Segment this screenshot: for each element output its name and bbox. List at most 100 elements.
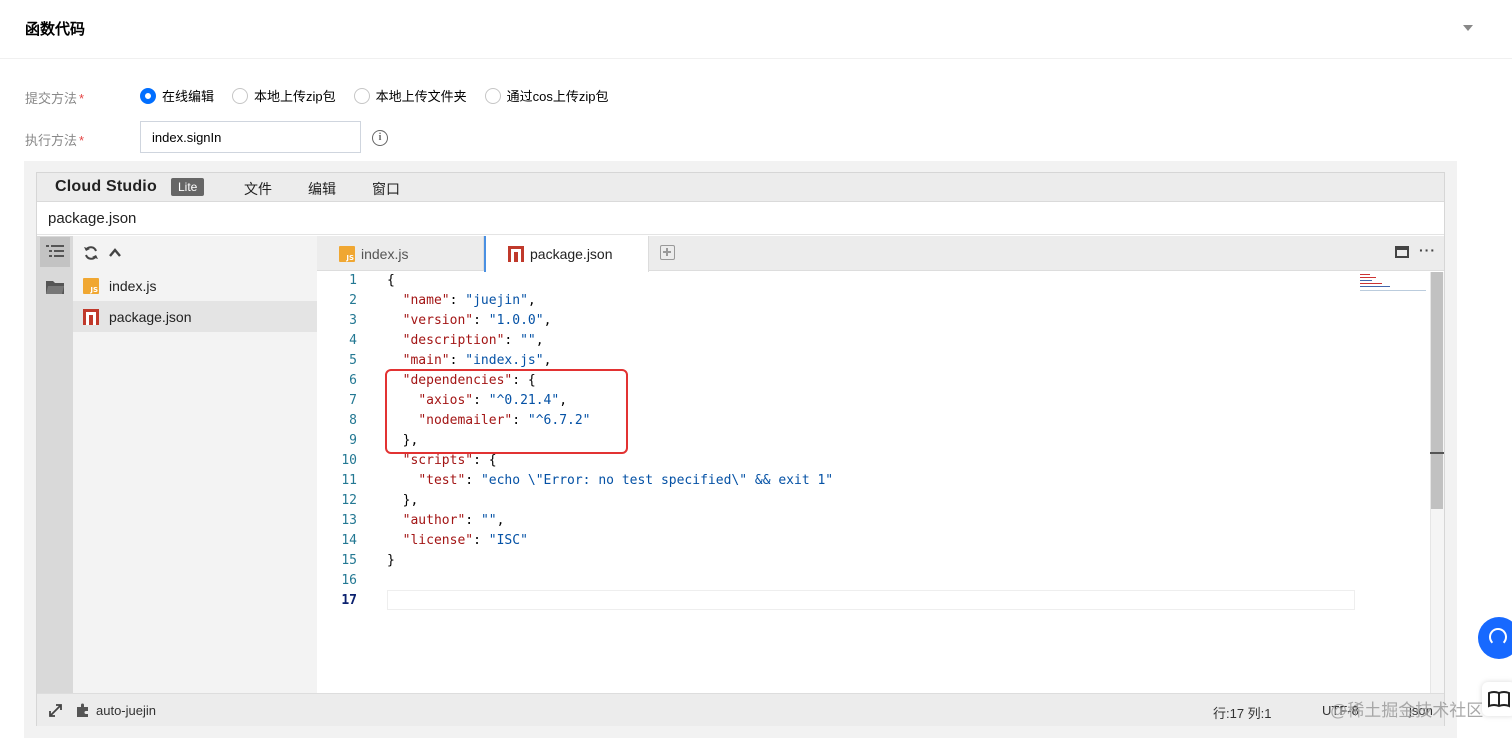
- current-line-highlight: [387, 590, 1355, 610]
- collapse-up-icon[interactable]: [107, 245, 123, 261]
- activity-bar: [37, 236, 73, 693]
- submit-method-radio-group: 在线编辑 本地上传zip包 本地上传文件夹 通过cos上传zip包: [140, 86, 627, 105]
- ide-status-bar: auto-juejin 行:17 列:1 UTF-8 json: [37, 693, 1444, 726]
- cloud-studio-ide: Cloud Studio Lite 文件 编辑 窗口 package.json …: [36, 172, 1445, 726]
- code-line: "scripts": {: [402, 453, 497, 468]
- outline-toggle-button[interactable]: [40, 237, 70, 267]
- code-line: "main": "index.js",: [402, 353, 552, 368]
- more-actions-icon[interactable]: ···: [1419, 243, 1436, 257]
- npm-file-icon: [83, 308, 99, 325]
- expand-icon[interactable]: [49, 704, 62, 717]
- line-number: 17: [341, 593, 357, 608]
- maximize-window-icon[interactable]: [1395, 246, 1409, 258]
- required-mark: *: [79, 91, 85, 106]
- line-number: 12: [341, 493, 357, 508]
- line-number: 16: [341, 573, 357, 588]
- code-line: "test": "echo \"Error: no test specified…: [418, 473, 834, 488]
- watermark: @稀土掘金技术社区: [1330, 701, 1484, 720]
- book-icon[interactable]: [1482, 682, 1512, 716]
- explorer-file-package-json[interactable]: package.json: [73, 301, 317, 332]
- required-mark: *: [79, 133, 85, 148]
- lite-badge: Lite: [171, 178, 205, 196]
- radio-dot-checked-icon: [140, 87, 156, 104]
- radio-upload-folder[interactable]: 本地上传文件夹: [353, 86, 467, 105]
- radio-label: 在线编辑: [162, 89, 215, 104]
- radio-dot-icon: [232, 87, 249, 104]
- line-number: 15: [341, 553, 357, 568]
- file-name: index.js: [109, 277, 157, 294]
- code-line: }: [387, 553, 395, 568]
- radio-label: 本地上传文件夹: [375, 89, 467, 104]
- line-number: 7: [349, 393, 357, 408]
- line-number: 9: [349, 433, 357, 448]
- tab-label: package.json: [530, 246, 613, 262]
- radio-label: 通过cos上传zip包: [506, 89, 609, 104]
- radio-online-edit[interactable]: 在线编辑: [140, 86, 214, 105]
- js-file-icon: [83, 277, 99, 294]
- scroll-position-marker: [1430, 452, 1444, 454]
- radio-dot-icon: [484, 87, 501, 104]
- puzzle-project-icon: [77, 703, 88, 717]
- cursor-position[interactable]: 行:17 列:1: [1213, 703, 1272, 722]
- tab-label: index.js: [361, 245, 409, 262]
- radio-label: 本地上传zip包: [254, 89, 336, 104]
- folder-icon: [46, 281, 64, 294]
- line-number: 13: [341, 513, 357, 528]
- line-number: 3: [349, 313, 357, 328]
- line-number: 2: [349, 293, 357, 308]
- file-name: package.json: [109, 308, 192, 325]
- tab-package-json[interactable]: package.json: [484, 236, 649, 272]
- handler-label-text: 执行方法: [25, 133, 78, 148]
- line-number: 5: [349, 353, 357, 368]
- menu-edit[interactable]: 编辑: [308, 179, 336, 199]
- handler-label: 执行方法 *: [25, 130, 84, 149]
- collapse-caret-icon[interactable]: [1463, 25, 1473, 31]
- dependencies-highlight-box: [385, 369, 628, 454]
- line-number: 1: [349, 273, 357, 288]
- menu-file[interactable]: 文件: [244, 179, 272, 199]
- file-explorer: index.js package.json: [73, 236, 317, 693]
- new-tab-icon[interactable]: [660, 245, 675, 260]
- radio-upload-cos-zip[interactable]: 通过cos上传zip包: [484, 86, 609, 105]
- code-editor[interactable]: 1 {2 "name": "juejin", 3 "version": "1.0.0…: [317, 272, 1444, 693]
- editor-tab-bar: index.js package.json ···: [317, 236, 1444, 272]
- submit-method-label-text: 提交方法: [25, 91, 78, 106]
- ide-menubar: Cloud Studio Lite 文件 编辑 窗口: [37, 173, 1444, 202]
- line-number: 8: [349, 413, 357, 428]
- line-number: 6: [349, 373, 357, 388]
- radio-upload-zip[interactable]: 本地上传zip包: [232, 86, 336, 105]
- divider: [0, 58, 1512, 59]
- js-file-icon: [339, 245, 355, 262]
- explorer-file-index-js[interactable]: index.js: [73, 270, 317, 301]
- radio-dot-icon: [353, 87, 370, 104]
- line-number: 11: [341, 473, 357, 488]
- refresh-icon[interactable]: [83, 245, 99, 261]
- open-book-icon: [1488, 691, 1510, 708]
- explorer-toggle-button[interactable]: [40, 272, 70, 302]
- ide-brand: Cloud Studio: [55, 178, 157, 195]
- file-path: package.json: [48, 210, 137, 227]
- line-number: 4: [349, 333, 357, 348]
- explorer-toolbar: [73, 236, 317, 270]
- customer-support-icon[interactable]: [1478, 617, 1512, 659]
- tab-index-js[interactable]: index.js: [317, 236, 484, 271]
- project-name[interactable]: auto-juejin: [96, 703, 156, 718]
- handler-input[interactable]: [140, 121, 361, 153]
- code-line: "version": "1.0.0",: [402, 313, 552, 328]
- info-icon[interactable]: i: [372, 130, 388, 146]
- code-line: },: [387, 493, 419, 508]
- code-line: "name": "juejin",: [402, 293, 536, 308]
- menu-window[interactable]: 窗口: [372, 179, 400, 199]
- list-tree-icon: [46, 245, 64, 257]
- file-path-bar: package.json: [37, 202, 1444, 235]
- line-number: 14: [341, 533, 357, 548]
- editor-scroll-thumb[interactable]: [1431, 272, 1443, 509]
- code-line: "description": "",: [402, 333, 544, 348]
- minimap[interactable]: [1360, 272, 1430, 296]
- npm-file-icon: [508, 246, 524, 262]
- line-number: 10: [341, 453, 357, 468]
- section-title: 函数代码: [25, 21, 86, 38]
- code-line: {: [387, 273, 395, 288]
- code-line: "author": "",: [402, 513, 505, 528]
- submit-method-label: 提交方法 *: [25, 88, 84, 107]
